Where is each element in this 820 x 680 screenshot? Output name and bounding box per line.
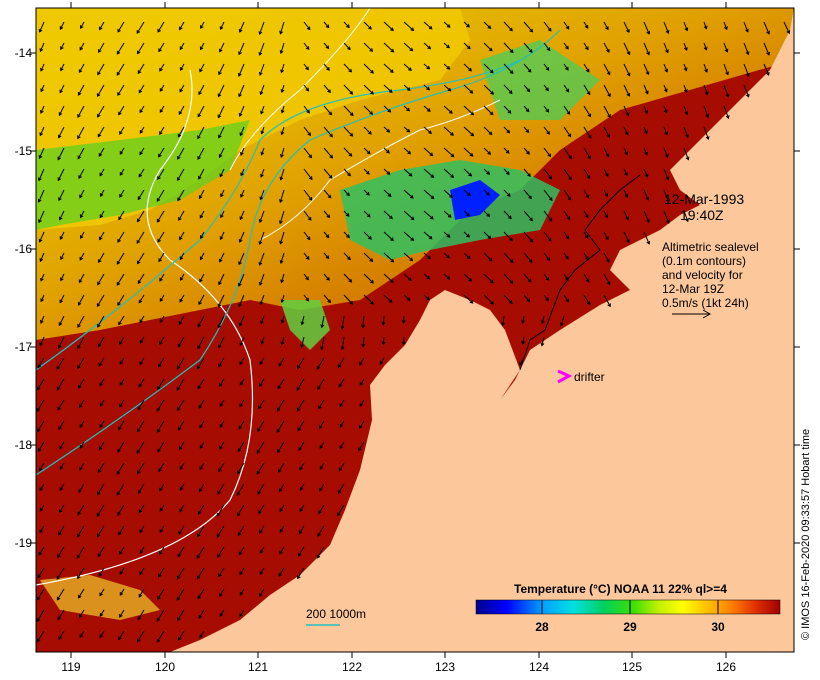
legend-line: and velocity for: [662, 268, 743, 282]
colorbar-tick-label: 29: [623, 620, 637, 634]
lat-label: -14: [14, 46, 32, 60]
overpass-date: 12-Mar-1993: [664, 191, 745, 207]
lon-label: 119: [61, 660, 81, 674]
colorbar-tick-label: 30: [711, 620, 725, 634]
legend-line: 0.5m/s (1kt 24h): [662, 296, 749, 310]
lon-label: 121: [247, 660, 269, 674]
legend-line: (0.1m contours): [662, 254, 747, 268]
lat-label: -19: [14, 536, 32, 550]
lon-label: 126: [715, 660, 737, 674]
lon-label: 120: [154, 660, 176, 674]
lon-label: 123: [434, 660, 456, 674]
legend-line: Altimetric sealevel: [662, 240, 759, 254]
colorbar-title: Temperature (°C) NOAA 11 22% ql>=4: [514, 582, 727, 596]
lon-label: 125: [621, 660, 643, 674]
lat-label: -15: [14, 144, 32, 158]
colorbar-tick-label: 28: [535, 620, 549, 634]
overpass-time: 19:40Z: [680, 207, 724, 223]
lat-label: -16: [14, 242, 32, 256]
credit-text: © IMOS 16-Feb-2020 09:33:57 Hobart time: [800, 428, 812, 640]
sealevel-legend: Altimetric sealevel (0.1m contours) and …: [662, 240, 759, 310]
drifter-label: drifter: [574, 370, 605, 384]
lat-label: -18: [14, 438, 32, 452]
isobath-label: 200 1000m: [306, 607, 367, 621]
legend-line: 12-Mar 19Z: [662, 282, 725, 296]
lat-label: -17: [14, 340, 32, 354]
colorbar: [475, 599, 781, 615]
sst-map: [30, 2, 800, 658]
lon-label: 124: [528, 660, 550, 674]
lon-label: 122: [341, 660, 363, 674]
